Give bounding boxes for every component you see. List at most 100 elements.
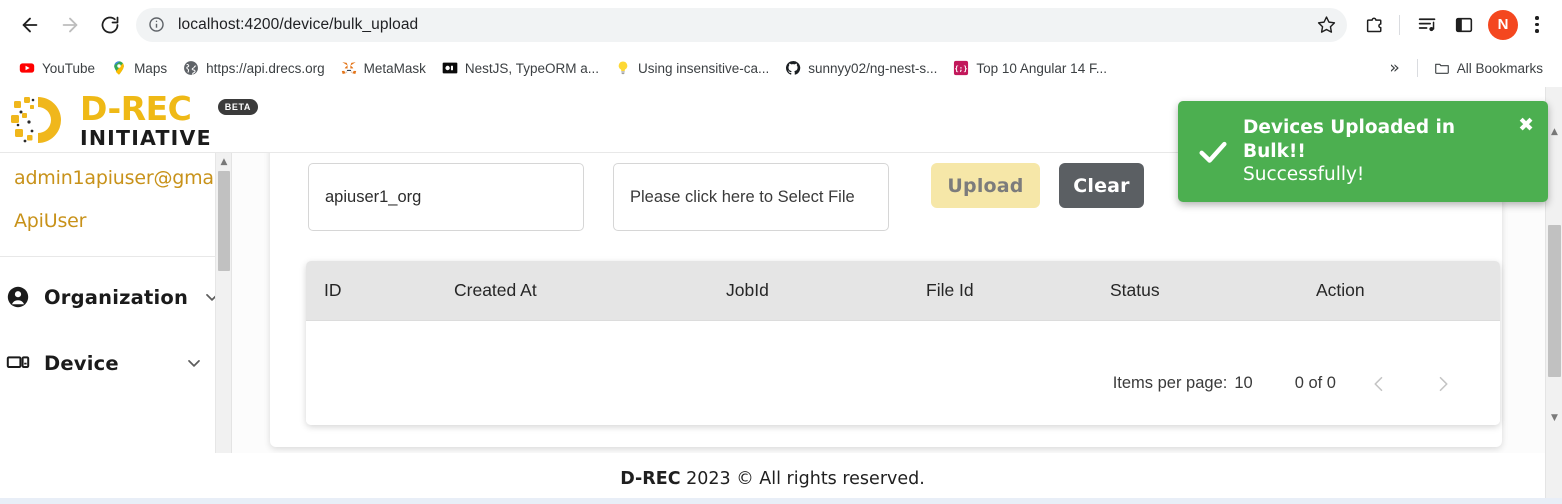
logo-primary-text: D-REC (80, 88, 192, 128)
svg-text:{;}: {;} (955, 64, 968, 73)
bookmark-api-drecs[interactable]: https://api.drecs.org (175, 56, 333, 80)
sidebar-item-device[interactable]: Device (0, 337, 216, 389)
extensions-icon[interactable] (1358, 8, 1392, 42)
column-header-action[interactable]: Action (1316, 261, 1500, 321)
url-text[interactable]: localhost:4200/device/bulk_upload (170, 16, 1311, 34)
braces-icon: {;} (954, 60, 969, 76)
column-header-id[interactable]: ID (306, 261, 454, 321)
page-scroll-thumb[interactable] (1548, 225, 1561, 377)
forward-button[interactable] (50, 5, 90, 45)
logo-secondary-text: INITIATIVE (80, 125, 212, 150)
logo-wordmark: D-REC INITIATIVE (80, 92, 212, 149)
page-scroll-up-arrow-icon[interactable]: ▲ (1546, 123, 1562, 140)
check-icon (1196, 135, 1230, 169)
close-icon[interactable]: ✖ (1518, 116, 1534, 135)
reading-list-icon[interactable] (1410, 8, 1444, 42)
footer-copyright: 2023 © All rights reserved. (680, 468, 925, 489)
paginator: Items per page: 10 0 of 0 (306, 356, 1500, 425)
table-header-row: ID Created At JobId File Id Status Actio… (306, 261, 1500, 321)
chevron-down-icon[interactable] (202, 287, 216, 307)
column-header-status[interactable]: Status (1110, 261, 1316, 321)
bottom-status-strip (0, 498, 1562, 504)
bookmark-label: Maps (134, 60, 168, 76)
clear-button[interactable]: Clear (1059, 163, 1144, 208)
person-circle-icon (6, 285, 30, 309)
chevron-down-icon[interactable] (184, 353, 204, 373)
bookmark-maps[interactable]: Maps (103, 56, 175, 80)
organization-input[interactable] (308, 163, 584, 231)
bookmark-insensitive-case[interactable]: Using insensitive-ca... (607, 56, 777, 80)
browser-toolbar: localhost:4200/device/bulk_upload N (0, 0, 1562, 49)
items-per-page-label: Items per page: (1112, 374, 1228, 392)
bookmark-label: Using insensitive-ca... (637, 60, 770, 76)
sidebar-item-label: Organization (44, 285, 189, 309)
bookmark-label: sunnyy02/ng-nest-s... (808, 60, 938, 76)
lightbulb-icon (618, 61, 628, 75)
sidebar-user-email: admin1apiuser@gma (14, 167, 214, 189)
bookmarks-overflow-icon[interactable]: » (1380, 58, 1408, 78)
table-header: ID Created At JobId File Id Status Actio… (306, 261, 1500, 321)
beta-badge: BETA (217, 99, 259, 115)
toast-subtitle: Successfully! (1243, 164, 1365, 186)
bookmark-angular-features[interactable]: {;} Top 10 Angular 14 F... (945, 56, 1115, 80)
toolbar-divider (1399, 14, 1400, 35)
items-per-page-value[interactable]: 10 (1234, 374, 1252, 393)
app-footer: D-REC 2023 © All rights reserved. (0, 453, 1545, 504)
bookmark-metamask[interactable]: MetaMask (333, 56, 434, 80)
next-page-button[interactable] (1422, 363, 1464, 405)
chrome-menu-icon[interactable] (1522, 8, 1552, 42)
column-header-created-at[interactable]: Created At (454, 261, 726, 321)
bookmark-label: https://api.drecs.org (206, 60, 325, 76)
sidebar-vertical-scrollbar[interactable]: ▲ ▼ (215, 153, 231, 504)
sidebar-item-label: Device (44, 351, 119, 375)
sidebar-user-block: admin1apiuser@gma ApiUser (0, 153, 216, 250)
pagination-range-label: 0 of 0 (1294, 374, 1336, 392)
reload-button[interactable] (90, 5, 130, 45)
all-bookmarks-button[interactable]: All Bookmarks (1426, 56, 1551, 80)
back-button[interactable] (10, 5, 50, 45)
page-scroll-down-arrow-icon[interactable]: ▼ (1546, 409, 1562, 426)
scroll-up-arrow-icon[interactable]: ▲ (216, 153, 231, 170)
toast-title: Devices Uploaded in Bulk!! (1243, 117, 1456, 162)
browser-chrome: localhost:4200/device/bulk_upload N YouT… (0, 0, 1562, 87)
device-icon (6, 351, 30, 375)
maps-pin-icon (114, 61, 124, 75)
drec-logo-icon (11, 97, 61, 143)
bookmark-youtube[interactable]: YouTube (11, 56, 103, 80)
column-header-jobid[interactable]: JobId (726, 261, 926, 321)
bookmark-star-icon[interactable] (1311, 10, 1341, 40)
bookmark-label: MetaMask (363, 60, 426, 76)
app-logo[interactable]: D-REC INITIATIVE BETA (8, 91, 259, 149)
profile-avatar[interactable]: N (1488, 9, 1518, 40)
sidebar-item-organization[interactable]: Organization (0, 271, 216, 323)
footer-brand: D-REC (620, 468, 681, 489)
file-select-input[interactable] (613, 163, 889, 231)
sidebar-user-role: ApiUser (14, 210, 87, 232)
bookmarks-divider (1416, 59, 1418, 77)
bookmark-nestjs[interactable]: NestJS, TypeORM a... (434, 56, 607, 80)
column-header-file-id[interactable]: File Id (926, 261, 1110, 321)
all-bookmarks-label: All Bookmarks (1456, 60, 1543, 76)
sidebar: admin1apiuser@gma ApiUser Organization D… (0, 153, 232, 504)
sidebar-scroll-thumb[interactable] (218, 171, 230, 271)
site-info-icon[interactable] (142, 11, 170, 39)
side-panel-icon[interactable] (1447, 8, 1481, 42)
bookmarks-bar: YouTube Maps https://api.drecs.org MetaM… (0, 49, 1562, 87)
jobs-table-card: ID Created At JobId File Id Status Actio… (306, 261, 1500, 425)
table-empty-cell (306, 320, 1500, 357)
address-bar[interactable]: localhost:4200/device/bulk_upload (136, 7, 1347, 42)
github-icon (786, 61, 801, 75)
bookmark-label: YouTube (42, 60, 96, 76)
metamask-fox-icon (341, 62, 356, 74)
bookmark-label: Top 10 Angular 14 F... (976, 60, 1107, 76)
bookmark-label: NestJS, TypeORM a... (464, 60, 599, 76)
toast-message: Devices Uploaded in Bulk!! Successfully! (1230, 116, 1518, 187)
upload-button[interactable]: Upload (931, 163, 1040, 208)
sidebar-scroll-area: admin1apiuser@gma ApiUser Organization D… (0, 153, 216, 504)
bookmark-github-repo[interactable]: sunnyy02/ng-nest-s... (777, 56, 945, 80)
previous-page-button[interactable] (1358, 363, 1400, 405)
dev-icon (442, 62, 458, 74)
success-toast[interactable]: Devices Uploaded in Bulk!! Successfully!… (1178, 101, 1548, 203)
jobs-table: ID Created At JobId File Id Status Actio… (306, 261, 1500, 357)
sidebar-divider (0, 256, 216, 257)
